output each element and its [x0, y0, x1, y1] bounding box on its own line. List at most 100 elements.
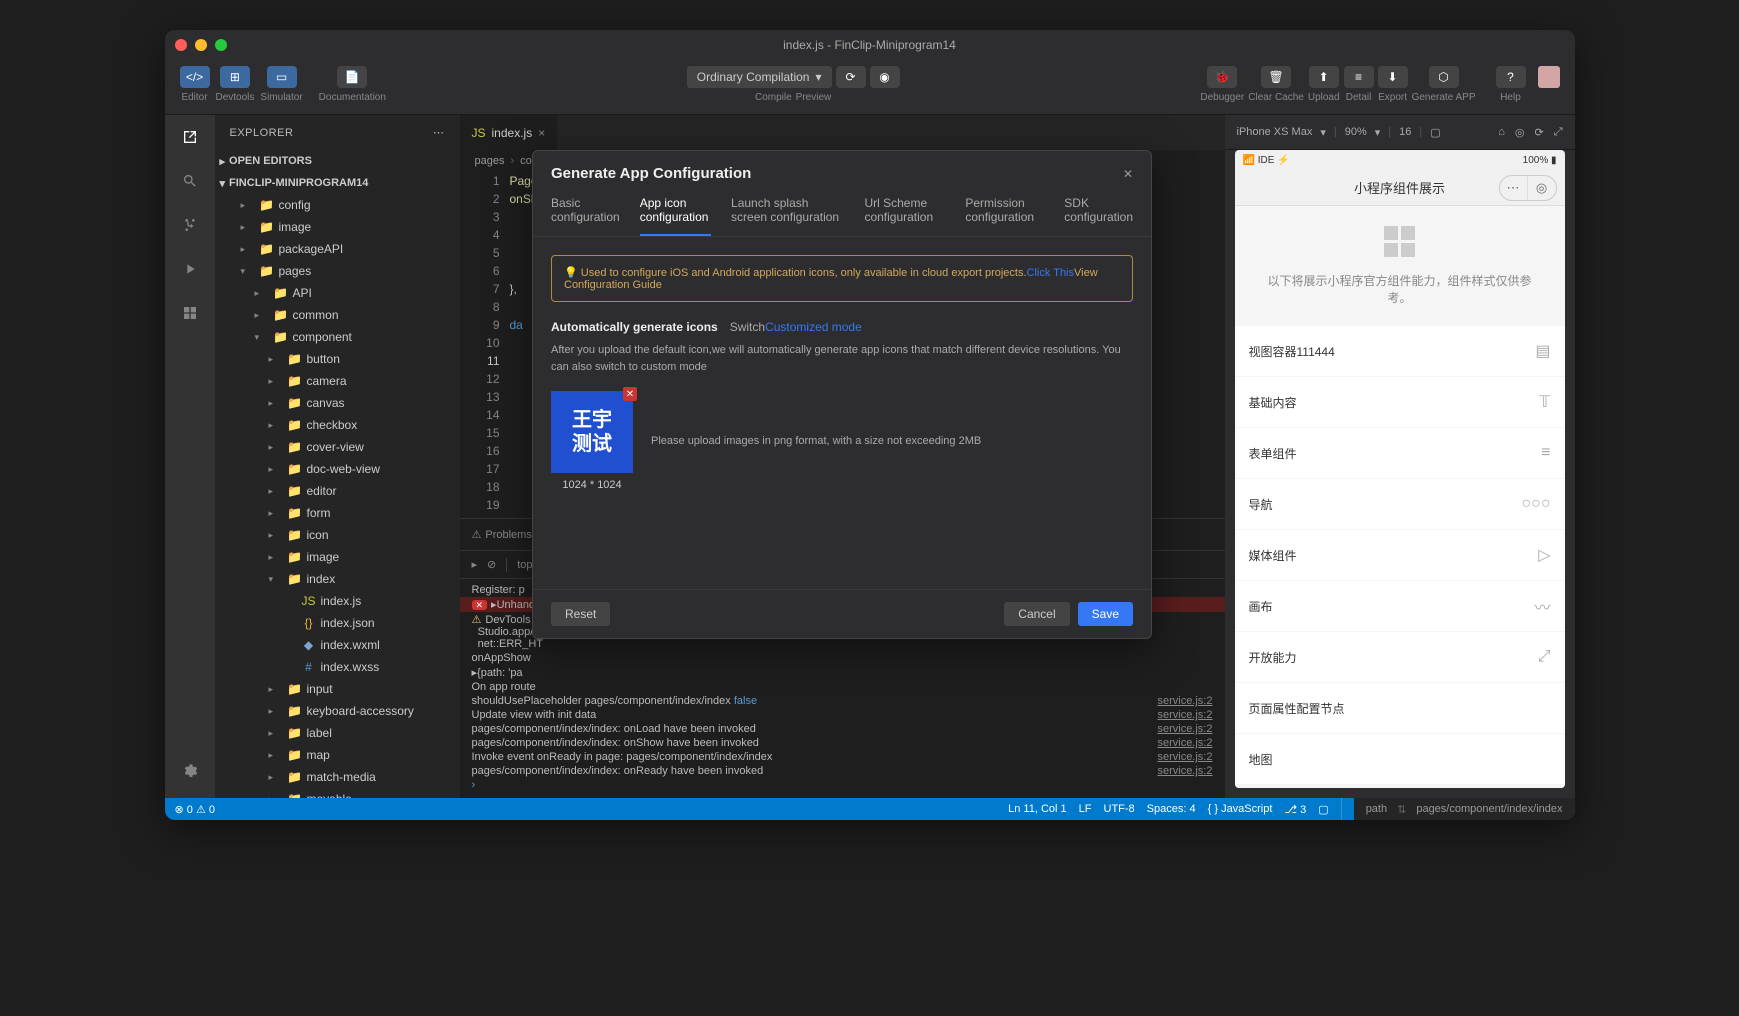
- dialog-close-icon[interactable]: ✕: [1123, 167, 1133, 181]
- category-item[interactable]: 媒体组件▷: [1235, 530, 1565, 580]
- export-btn[interactable]: ⬇: [1378, 66, 1408, 88]
- tree-item[interactable]: ▸📁camera: [215, 370, 460, 392]
- tree-item[interactable]: ▸📁movable: [215, 788, 460, 798]
- language-mode[interactable]: { } JavaScript: [1208, 803, 1273, 815]
- tree-item[interactable]: ▸📁image: [215, 546, 460, 568]
- cursor-position[interactable]: Ln 11, Col 1: [1008, 803, 1067, 815]
- user-avatar[interactable]: [1538, 66, 1560, 88]
- device-body[interactable]: 以下将展示小程序官方组件能力，组件样式仅供参考。 视图容器111444▤基础内容…: [1235, 206, 1565, 788]
- category-item[interactable]: 画布〰: [1235, 581, 1565, 631]
- clear-icon[interactable]: ⊘: [487, 558, 496, 571]
- tree-item[interactable]: ▸📁button: [215, 348, 460, 370]
- category-item[interactable]: 页面属性配置节点: [1235, 683, 1565, 733]
- settings-icon[interactable]: [178, 759, 202, 783]
- location-icon[interactable]: ◎: [1515, 126, 1525, 139]
- minimize-window[interactable]: [195, 39, 207, 51]
- source-control-icon[interactable]: [178, 213, 202, 237]
- tree-item[interactable]: JSindex.js: [215, 590, 460, 612]
- close-window[interactable]: [175, 39, 187, 51]
- tree-item[interactable]: ▸📁checkbox: [215, 414, 460, 436]
- simulator-tab-btn[interactable]: ▭: [267, 66, 297, 88]
- dialog-tab[interactable]: Url Scheme configuration: [864, 196, 945, 236]
- category-item[interactable]: 表单组件≡: [1235, 428, 1565, 478]
- toggle-icon[interactable]: ▸: [472, 558, 478, 571]
- problems-tab[interactable]: ⚠Problems: [472, 528, 532, 541]
- explorer-more-icon[interactable]: ⋯: [433, 126, 445, 139]
- rotate-icon[interactable]: ▢: [1430, 126, 1440, 139]
- top-filter[interactable]: top: [517, 559, 532, 571]
- tree-item[interactable]: ▸📁config: [215, 194, 460, 216]
- reset-button[interactable]: Reset: [551, 602, 610, 626]
- open-editors-section[interactable]: ▸OPEN EDITORS: [215, 150, 460, 172]
- devtools-tab-btn[interactable]: ⊞: [220, 66, 250, 88]
- compile-btn[interactable]: ⟳: [836, 66, 866, 88]
- category-item[interactable]: 地图: [1235, 734, 1565, 784]
- indentation[interactable]: Spaces: 4: [1147, 803, 1196, 815]
- device-select[interactable]: iPhone XS Max: [1237, 126, 1313, 138]
- category-item[interactable]: 导航○○○: [1235, 479, 1565, 529]
- tree-item[interactable]: ▸📁packageAPI: [215, 238, 460, 260]
- git-status[interactable]: ⎇ 3: [1284, 803, 1306, 816]
- tree-item[interactable]: ▸📁API: [215, 282, 460, 304]
- debugger-btn[interactable]: 🐞: [1207, 66, 1237, 88]
- close-tab-icon[interactable]: ×: [538, 126, 545, 140]
- save-button[interactable]: Save: [1078, 602, 1133, 626]
- capsule-menu-icon[interactable]: ⋯: [1500, 176, 1528, 200]
- detail-btn[interactable]: ≡: [1344, 66, 1374, 88]
- tab-index-js[interactable]: JS index.js ×: [460, 115, 559, 150]
- editor-tab-btn[interactable]: </>: [180, 66, 210, 88]
- tree-item[interactable]: ▸📁form: [215, 502, 460, 524]
- tree-item[interactable]: ▸📁map: [215, 744, 460, 766]
- tree-item[interactable]: {}index.json: [215, 612, 460, 634]
- category-item[interactable]: 基础内容𝕋: [1235, 377, 1565, 427]
- tree-item[interactable]: ▸📁input: [215, 678, 460, 700]
- tree-item[interactable]: ▸📁icon: [215, 524, 460, 546]
- refresh-icon[interactable]: ⟳: [1534, 126, 1543, 139]
- tree-item[interactable]: ▸📁image: [215, 216, 460, 238]
- search-icon[interactable]: [178, 169, 202, 193]
- tree-item[interactable]: ▸📁cover-view: [215, 436, 460, 458]
- layout-icon[interactable]: ▢: [1318, 803, 1328, 816]
- font-select[interactable]: 16: [1399, 126, 1411, 138]
- tree-item[interactable]: ▸📁canvas: [215, 392, 460, 414]
- tree-item[interactable]: ▸📁label: [215, 722, 460, 744]
- explorer-icon[interactable]: [178, 125, 202, 149]
- extensions-icon[interactable]: [178, 301, 202, 325]
- minimap[interactable]: [1145, 172, 1225, 518]
- tree-item[interactable]: ▾📁index: [215, 568, 460, 590]
- generate-app-btn[interactable]: ⬡: [1429, 66, 1459, 88]
- tree-item[interactable]: ▾📁component: [215, 326, 460, 348]
- dialog-tab[interactable]: Launch splash screen configuration: [731, 196, 844, 236]
- category-item[interactable]: 视图容器111444▤: [1235, 326, 1565, 376]
- capsule-close-icon[interactable]: ◎: [1528, 176, 1556, 200]
- dialog-tab[interactable]: SDK configuration: [1064, 196, 1133, 236]
- tree-item[interactable]: #index.wxss: [215, 656, 460, 678]
- upload-btn[interactable]: ⬆: [1309, 66, 1339, 88]
- dialog-tab[interactable]: App icon configuration: [640, 196, 711, 236]
- tree-item[interactable]: ▸📁doc-web-view: [215, 458, 460, 480]
- tree-item[interactable]: ▸📁keyboard-accessory: [215, 700, 460, 722]
- debug-icon[interactable]: [178, 257, 202, 281]
- cancel-button[interactable]: Cancel: [1004, 602, 1069, 626]
- tree-item[interactable]: ▾📁pages: [215, 260, 460, 282]
- encoding[interactable]: UTF-8: [1104, 803, 1135, 815]
- dialog-tab[interactable]: Basic configuration: [551, 196, 620, 236]
- home-icon[interactable]: ⌂: [1498, 126, 1505, 139]
- compilation-select[interactable]: Ordinary Compilation▾: [687, 66, 832, 88]
- eol[interactable]: LF: [1079, 803, 1092, 815]
- errors-warnings[interactable]: ⊗ 0 ⚠ 0: [175, 803, 216, 816]
- expand-icon[interactable]: ⤢: [1554, 126, 1563, 139]
- help-btn[interactable]: ?: [1496, 66, 1526, 88]
- maximize-window[interactable]: [215, 39, 227, 51]
- clear-cache-btn[interactable]: 🗑: [1261, 66, 1291, 88]
- tree-item[interactable]: ▸📁match-media: [215, 766, 460, 788]
- preview-btn[interactable]: ◉: [870, 66, 900, 88]
- tree-item[interactable]: ◆index.wxml: [215, 634, 460, 656]
- project-section[interactable]: ▾FINCLIP-MINIPROGRAM14: [215, 172, 460, 194]
- delete-icon[interactable]: ✕: [623, 387, 637, 401]
- documentation-btn[interactable]: 📄: [337, 66, 367, 88]
- tree-item[interactable]: ▸📁common: [215, 304, 460, 326]
- category-item[interactable]: 开放能力⤢: [1235, 632, 1565, 682]
- uploaded-icon-image[interactable]: 王宇 测试: [551, 391, 633, 473]
- customized-mode-link[interactable]: Customized mode: [765, 320, 862, 334]
